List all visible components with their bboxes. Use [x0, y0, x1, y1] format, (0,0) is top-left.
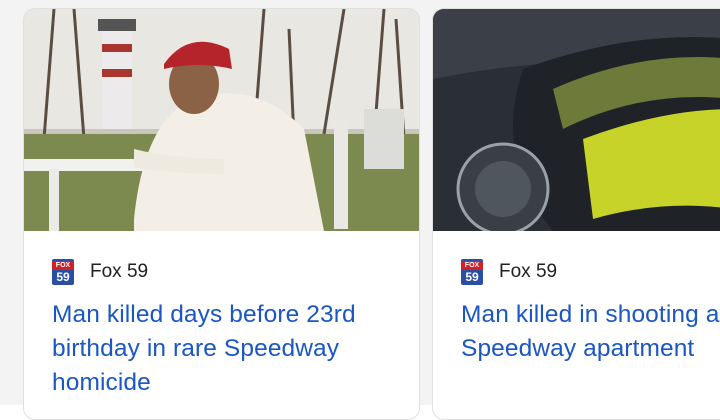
news-thumbnail[interactable] — [24, 9, 419, 231]
fox59-logo-icon: FOX 59 — [52, 259, 74, 285]
photo-man-with-lighthouse — [24, 9, 419, 231]
source-name: Fox 59 — [90, 261, 149, 282]
news-card[interactable]: FOX 59 Fox 59 Man killed in shooting at … — [432, 8, 720, 420]
news-headline-link[interactable]: Man killed days before 23rd birthday in … — [52, 298, 403, 400]
fox59-logo-icon: FOX 59 — [461, 259, 483, 285]
news-source: FOX 59 Fox 59 — [52, 259, 148, 285]
news-card[interactable]: FOX 59 Fox 59 Man killed days before 23r… — [23, 8, 420, 420]
news-source: FOX 59 Fox 59 — [461, 259, 557, 285]
source-name: Fox 59 — [499, 261, 558, 282]
news-carousel: FOX 59 Fox 59 Man killed days before 23r… — [0, 0, 720, 420]
news-thumbnail[interactable] — [433, 9, 720, 231]
photo-police-car — [433, 9, 720, 231]
news-headline-link[interactable]: Man killed in shooting at Speedway apart… — [461, 298, 720, 366]
